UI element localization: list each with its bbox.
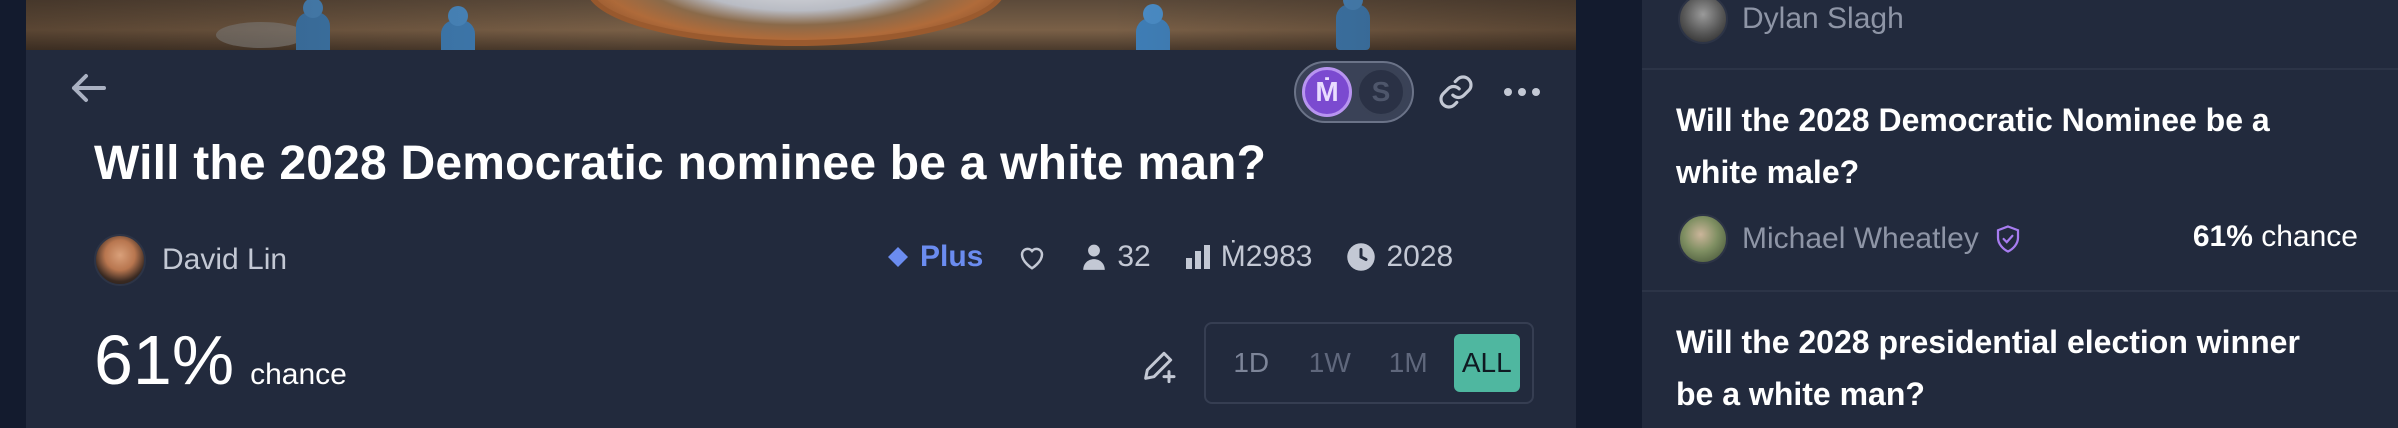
verified-shield-icon [1996, 225, 2019, 253]
market-toolbar: Ṁ S [1294, 61, 1546, 123]
market-card: Ṁ S Will the 2028 Democratic nominee be … [26, 0, 1576, 428]
market-author[interactable]: David Lin [94, 234, 287, 286]
clock-icon [1347, 243, 1376, 271]
market-cover-image [26, 0, 1576, 50]
close-date-value: 2028 [1386, 240, 1454, 273]
market-stats: Plus 32 Ṁ2983 2028 [886, 240, 1453, 274]
plus-badge[interactable]: Plus [886, 240, 983, 274]
avatar[interactable] [1678, 214, 1728, 264]
related-markets-sidebar: Dylan Slagh Will the 2028 Democratic Nom… [1642, 0, 2398, 428]
author-name[interactable]: David Lin [162, 243, 287, 277]
currency-toggle[interactable]: Ṁ S [1294, 61, 1414, 123]
related-market-author[interactable]: Dylan Slagh [1678, 0, 1904, 44]
tab-1w[interactable]: 1W [1297, 334, 1363, 392]
volume-value: Ṁ2983 [1220, 240, 1313, 273]
user-icon [1083, 244, 1106, 270]
more-horizontal-icon [1504, 88, 1540, 96]
related-market-title[interactable]: Will the 2028 presidential election winn… [1676, 316, 2356, 420]
page: Ṁ S Will the 2028 Democratic nominee be … [0, 0, 2398, 428]
related-market-author[interactable]: Michael Wheatley [1678, 214, 2023, 264]
time-range-tabs: 1D 1W 1M ALL [1204, 322, 1534, 404]
divider [1642, 290, 2398, 292]
pencil-plus-icon [1144, 351, 1176, 384]
probability-display: 61% chance [94, 320, 347, 400]
more-options-button[interactable] [1498, 68, 1546, 116]
tab-all[interactable]: ALL [1453, 334, 1520, 392]
probability-label: chance [250, 358, 347, 391]
edit-chart-button[interactable] [1134, 340, 1184, 390]
arrow-left-icon [72, 74, 106, 102]
copy-link-button[interactable] [1432, 68, 1480, 116]
avatar[interactable] [1678, 0, 1728, 44]
author-name[interactable]: Michael Wheatley [1742, 222, 1979, 256]
related-market-title[interactable]: Will the 2028 Democratic Nominee be a wh… [1676, 94, 2356, 198]
tab-1d[interactable]: 1D [1218, 334, 1284, 392]
divider [1642, 68, 2398, 70]
mana-coin-icon: Ṁ [1302, 67, 1352, 117]
probability-value: 61% [94, 321, 235, 399]
sweepcash-coin-icon: S [1356, 67, 1406, 117]
volume-stat[interactable]: Ṁ2983 [1185, 240, 1313, 274]
plus-label: Plus [920, 240, 984, 273]
market-title: Will the 2028 Democratic nominee be a wh… [94, 137, 1267, 190]
follow-button[interactable] [1017, 243, 1047, 271]
avatar[interactable] [94, 234, 146, 286]
traders-value: 32 [1117, 240, 1151, 273]
related-market-probability: 61% chance [2192, 220, 2358, 253]
author-name[interactable]: Dylan Slagh [1742, 2, 1904, 36]
heart-icon [1021, 247, 1044, 270]
diamond-icon [888, 247, 908, 267]
bar-chart-icon [1185, 245, 1210, 269]
tab-1m[interactable]: 1M [1375, 334, 1441, 392]
close-date[interactable]: 2028 [1346, 240, 1453, 274]
traders-count[interactable]: 32 [1081, 240, 1151, 274]
back-button[interactable] [62, 66, 114, 110]
link-icon [1439, 75, 1473, 109]
